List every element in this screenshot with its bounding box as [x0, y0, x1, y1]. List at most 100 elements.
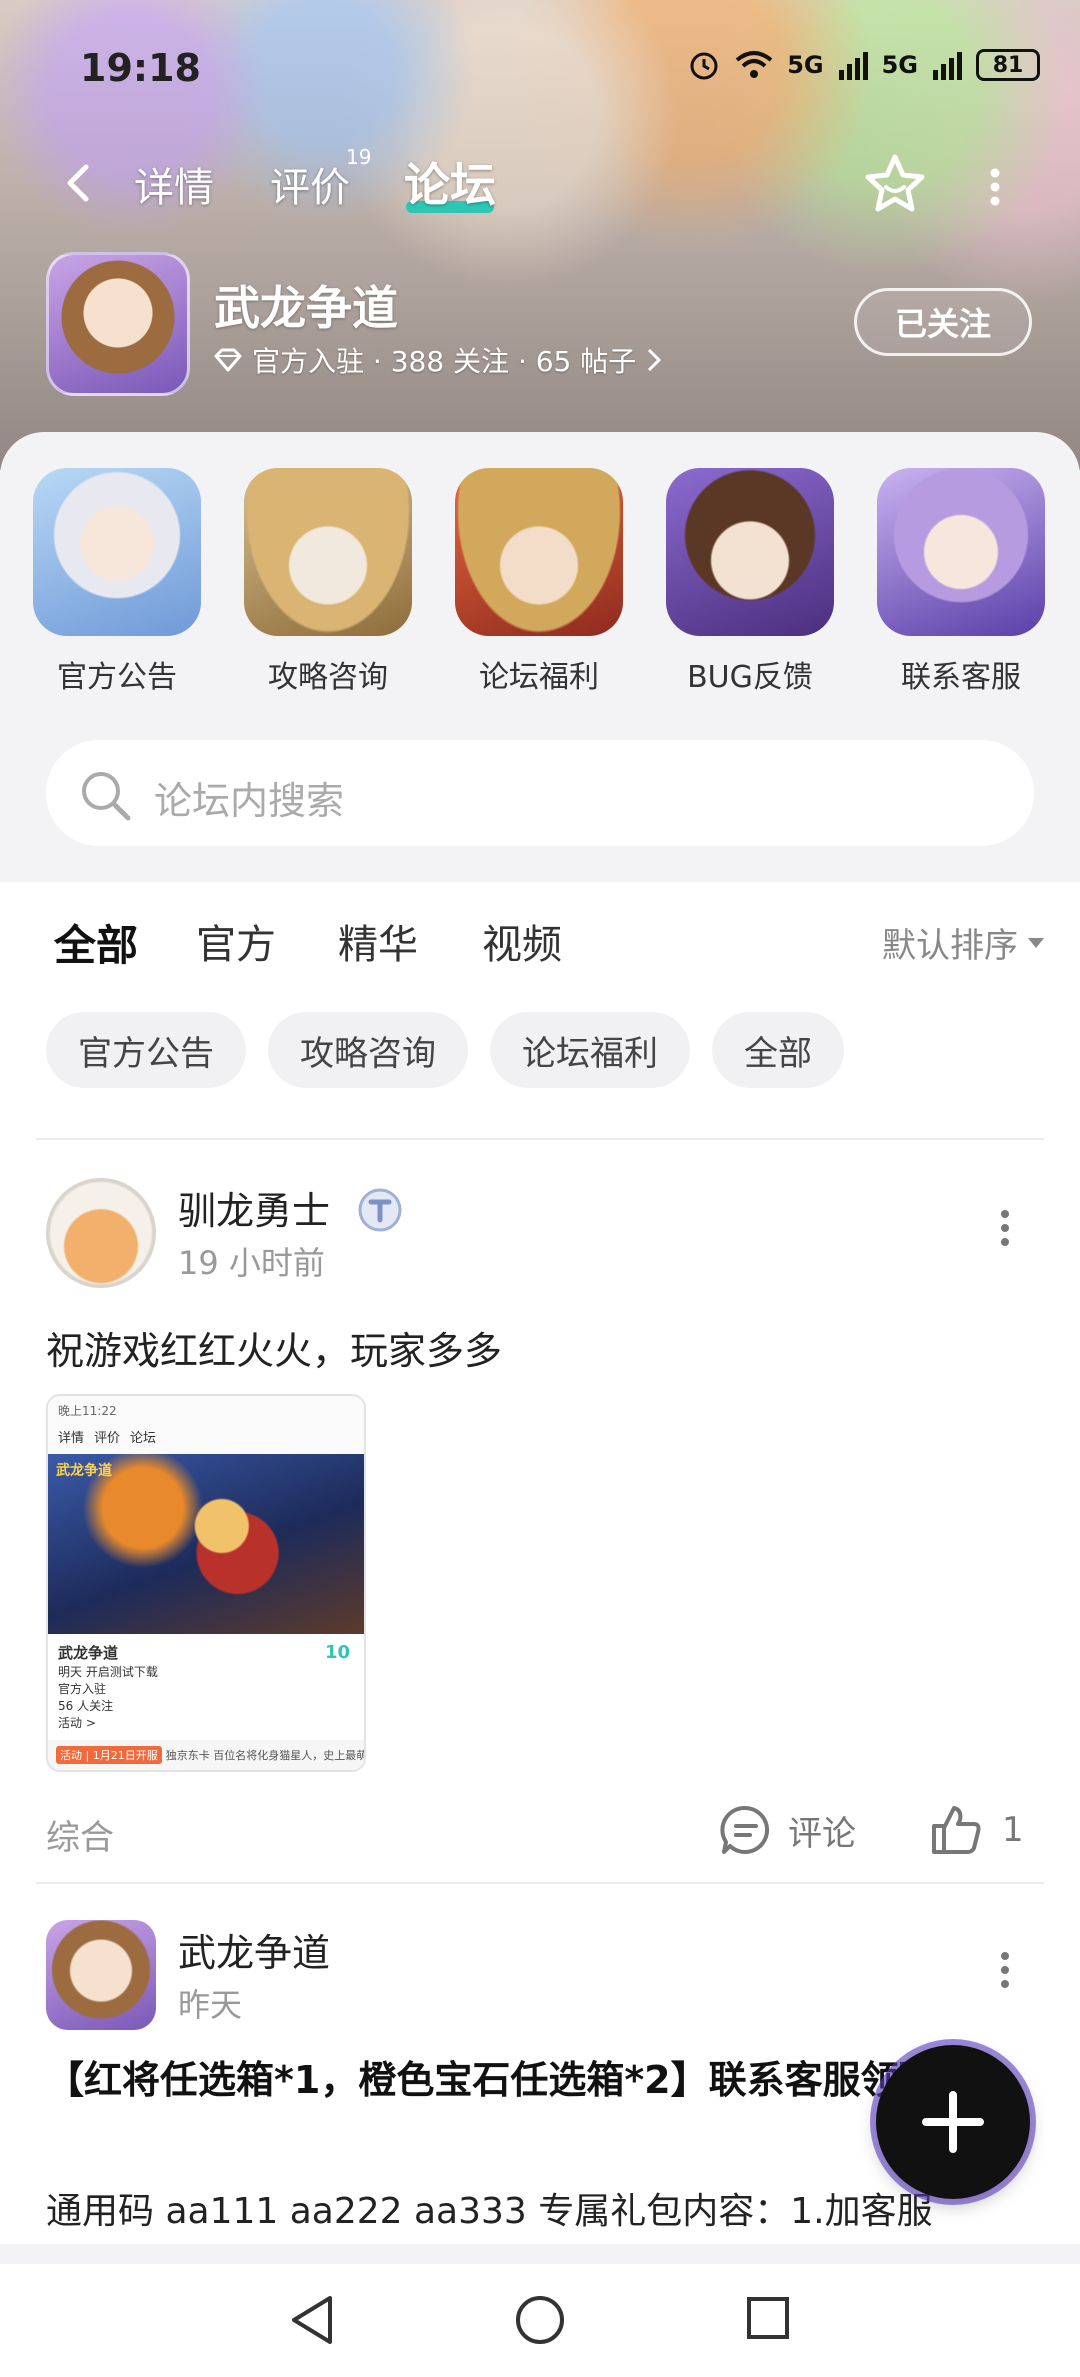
more-vertical-icon[interactable] [998, 1208, 1012, 1248]
sort-label: 默认排序 [882, 926, 1018, 966]
avatar[interactable] [46, 1178, 156, 1288]
tab-details[interactable]: 详情 [134, 155, 214, 213]
quick-link-label: 官方公告 [57, 660, 177, 695]
thumbs-up-icon [932, 1806, 981, 1854]
status-bar: 19:18 5G 5G 81 [0, 38, 1080, 98]
category-chips: 官方公告 攻略咨询 论坛福利 全部 [46, 1012, 844, 1088]
status-icons: 5G 5G 81 [687, 48, 1040, 82]
diamond-icon [214, 348, 242, 372]
post-body: 通用码 aa111 aa222 aa333 专属礼包内容：1.加客服 [46, 2191, 933, 2232]
screenshot-tab: 详情 [58, 1431, 85, 1446]
top-navigation: 详情 评价 19 论坛 [0, 145, 1080, 225]
post-author[interactable]: 武龙争道 [178, 1922, 330, 1977]
post-text: 祝游戏红红火火，玩家多多 [46, 1329, 503, 1373]
avatar[interactable] [46, 1920, 156, 2030]
screenshot-info: 武龙争道 明天 开启测试下载 官方入驻 56 人关注 活动 > 10 [48, 1634, 364, 1739]
search-icon [82, 772, 131, 821]
filter-tab-featured[interactable]: 精华 [338, 912, 418, 970]
screenshot-bottom-bar: 活动 | 1月21日开服 独京东卡 百位名将化身猫星人，史上最萌乱 [48, 1740, 364, 1770]
triangle-down-icon [1028, 937, 1044, 948]
tab-forum[interactable]: 论坛 [404, 149, 496, 215]
signal-icon [933, 52, 962, 80]
alarm-icon [690, 52, 718, 80]
post-author[interactable]: 驯龙勇士 [178, 1180, 330, 1235]
nav-home-icon[interactable] [514, 2294, 566, 2346]
battery-icon: 81 [976, 49, 1040, 81]
chip-all[interactable]: 全部 [712, 1012, 844, 1088]
comment-label: 评论 [788, 1813, 856, 1854]
post-image[interactable]: 晚上11:22 详情 评价 论坛 武龙争道 武龙争道 明天 开启测试下载 官方入… [46, 1394, 366, 1772]
comment-icon [720, 1805, 770, 1854]
nav-recent-apps-icon[interactable] [746, 2296, 790, 2340]
like-count: 1 [1002, 1810, 1024, 1850]
post-time: 昨天 [178, 1986, 243, 2024]
quick-link-guides[interactable]: 攻略咨询 [243, 468, 413, 696]
game-title: 武龙争道 [214, 281, 398, 335]
signal-icon [838, 52, 868, 80]
post-category[interactable]: 综合 [46, 1810, 114, 1859]
post-item[interactable]: 驯龙勇士 19 小时前 祝游戏红红火火，玩家多多 晚上11:22 详情 评价 论… [0, 1138, 1080, 1858]
game-meta-link[interactable]: 官方入驻 · 388 关注 · 65 帖子 [214, 340, 662, 380]
chip-benefits[interactable]: 论坛福利 [490, 1012, 690, 1088]
screenshot-line: 活动 > [58, 1716, 96, 1730]
quick-link-bug-report[interactable]: BUG反馈 [665, 468, 835, 696]
screenshot-tabs: 详情 评价 论坛 [58, 1427, 354, 1446]
quick-link-image [33, 468, 201, 636]
follow-button[interactable]: 已关注 [854, 288, 1032, 356]
signal-label-2: 5G [881, 51, 918, 79]
sort-dropdown[interactable]: 默认排序 [882, 918, 1044, 967]
more-vertical-icon[interactable] [998, 1950, 1012, 1990]
quick-link-label: 论坛福利 [479, 660, 599, 695]
tab-reviews[interactable]: 评价 [270, 155, 350, 213]
star-icon[interactable] [862, 151, 928, 217]
quick-link-announcements[interactable]: 官方公告 [32, 468, 202, 696]
plus-icon [922, 2091, 984, 2153]
game-info: 武龙争道 官方入驻 · 388 关注 · 65 帖子 已关注 [0, 252, 1080, 402]
game-meta-text: 官方入驻 · 388 关注 · 65 帖子 [252, 345, 637, 378]
game-logo [46, 252, 190, 396]
post-feed: 全部 官方 精华 视频 默认排序 官方公告 攻略咨询 论坛福利 全部 驯龙勇士 … [0, 882, 1080, 2244]
chip-announcements[interactable]: 官方公告 [46, 1012, 246, 1088]
filter-tab-all[interactable]: 全部 [54, 912, 138, 979]
quick-link-image [666, 468, 834, 636]
comment-button[interactable]: 评论 [718, 1802, 856, 1858]
forum-content: 官方公告 攻略咨询 论坛福利 BUG反馈 联系客服 论坛内搜索 全部 官方 精华… [0, 432, 1080, 2244]
screenshot-tab: 论坛 [130, 1431, 157, 1446]
quick-link-image [877, 468, 1045, 636]
screenshot-tag: 活动 | 1月21日开服 [56, 1746, 162, 1764]
post-footer: 综合 评论 1 [0, 1802, 1080, 1862]
filter-tab-video[interactable]: 视频 [482, 912, 562, 970]
back-arrow-icon[interactable] [58, 163, 98, 203]
filter-tab-official[interactable]: 官方 [196, 912, 276, 970]
quick-link-customer-service[interactable]: 联系客服 [876, 468, 1046, 696]
system-navigation-bar [0, 2264, 1080, 2377]
review-count-badge: 19 [346, 145, 372, 169]
signal-label-1: 5G [787, 51, 824, 79]
quick-links: 官方公告 攻略咨询 论坛福利 BUG反馈 联系客服 [0, 468, 1080, 698]
screenshot-line: 56 人关注 [58, 1699, 114, 1713]
quick-link-label: 联系客服 [901, 660, 1021, 695]
like-button[interactable]: 1 [928, 1802, 1024, 1858]
status-time: 19:18 [80, 46, 201, 90]
screenshot-line: 官方入驻 [58, 1682, 107, 1696]
search-placeholder: 论坛内搜索 [154, 779, 345, 823]
screenshot-bottom-text: 独京东卡 百位名将化身猫星人，史上最萌乱 [165, 1749, 364, 1762]
screenshot-art-title: 武龙争道 [56, 1463, 112, 1479]
chevron-right-icon [648, 348, 662, 372]
quick-link-image [455, 468, 623, 636]
screenshot-header: 晚上11:22 详情 评价 论坛 [48, 1396, 364, 1454]
quick-link-image [244, 468, 412, 636]
search-input[interactable]: 论坛内搜索 [46, 740, 1034, 846]
screenshot-score: 10 [324, 1642, 350, 1663]
screenshot-line: 明天 开启测试下载 [58, 1665, 158, 1679]
create-post-button[interactable] [876, 2045, 1030, 2199]
level-badge-icon [358, 1188, 402, 1232]
nav-back-icon[interactable] [288, 2294, 336, 2346]
screenshot-time: 晚上11:22 [58, 1404, 117, 1418]
more-vertical-icon[interactable] [985, 167, 1005, 207]
quick-link-benefits[interactable]: 论坛福利 [454, 468, 624, 696]
chip-guides[interactable]: 攻略咨询 [268, 1012, 468, 1088]
screenshot-art: 武龙争道 [48, 1454, 364, 1634]
quick-link-label: 攻略咨询 [268, 660, 388, 695]
wifi-icon [735, 51, 773, 78]
